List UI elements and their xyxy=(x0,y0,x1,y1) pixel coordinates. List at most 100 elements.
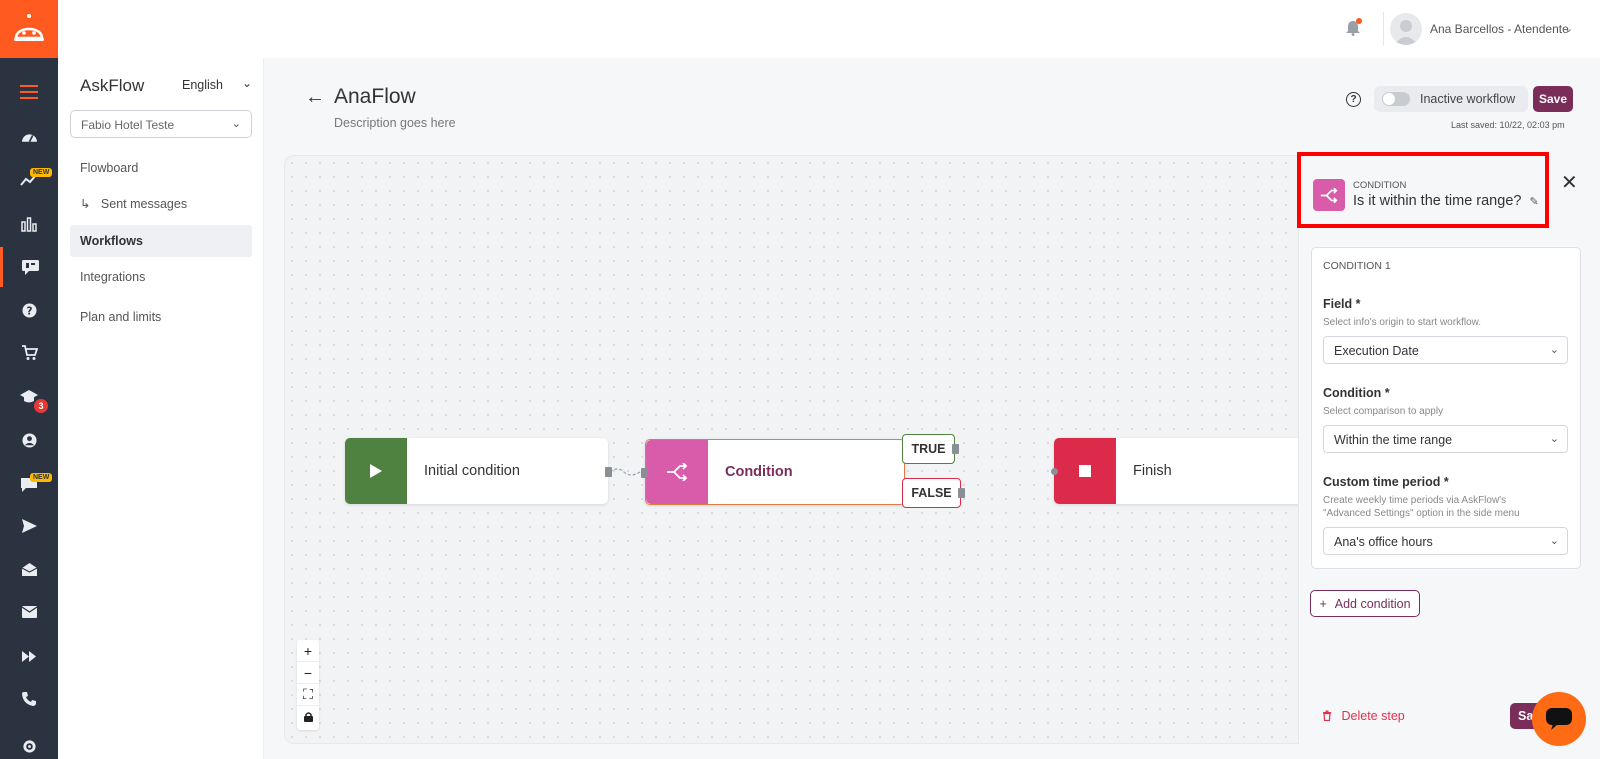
sidebar-item-label: Sent messages xyxy=(100,197,188,211)
add-condition-label: Add condition xyxy=(1334,596,1411,611)
node-icon xyxy=(345,438,407,504)
rail-cart[interactable] xyxy=(0,333,58,373)
node-input-handle[interactable] xyxy=(641,468,648,478)
field-select-value: Execution Date xyxy=(1334,344,1419,358)
add-condition-button[interactable]: + Add condition xyxy=(1310,590,1420,617)
field-label: Field * xyxy=(1323,297,1361,311)
panel-step-icon xyxy=(1313,179,1345,211)
rail-dashboard[interactable] xyxy=(0,117,58,157)
rail-campaigns[interactable] xyxy=(0,549,58,589)
sidebar-item-flowboard[interactable]: Flowboard xyxy=(80,161,138,175)
sidebar-item-plan[interactable]: Plan and limits xyxy=(80,310,161,324)
false-output-handle[interactable] xyxy=(958,488,965,498)
condition-help: Select comparison to apply xyxy=(1323,406,1444,417)
node-input-handle[interactable] xyxy=(1051,468,1058,475)
app-name: AskFlow xyxy=(80,76,145,95)
panel-title[interactable]: Is it within the time range? ✎ xyxy=(1353,193,1539,209)
pencil-icon[interactable]: ✎ xyxy=(1529,196,1538,208)
field-select[interactable]: Execution Date ⌄ xyxy=(1323,336,1568,364)
condition-heading: CONDITION 1 xyxy=(1323,260,1391,272)
rail-automations[interactable] xyxy=(0,636,58,676)
lock-icon[interactable] xyxy=(297,706,319,728)
back-arrow-icon[interactable]: ← xyxy=(305,86,325,109)
language-select[interactable]: English xyxy=(182,78,223,92)
phone-icon xyxy=(22,692,36,706)
fit-view-icon[interactable]: ⛶ xyxy=(297,684,319,706)
hotel-select[interactable]: Fabio Hotel Teste ⌄ xyxy=(70,110,252,138)
mail-icon xyxy=(21,606,37,618)
chevron-down-icon: ⌄ xyxy=(1549,535,1559,547)
notification-dot xyxy=(1356,18,1362,24)
close-icon[interactable]: ✕ xyxy=(1561,170,1578,195)
custom-period-help-2: "Advanced Settings" option in the side m… xyxy=(1323,508,1520,519)
condition-select-value: Within the time range xyxy=(1334,433,1453,447)
workflow-status-toggle[interactable]: Inactive workflow xyxy=(1374,86,1528,112)
page-description: Description goes here xyxy=(334,116,456,130)
play-icon xyxy=(370,464,382,478)
last-saved-text: Last saved: 10/22, 02:03 pm xyxy=(1451,120,1565,130)
node-condition[interactable]: Condition xyxy=(645,439,905,505)
node-finish[interactable]: Finish xyxy=(1054,438,1299,504)
rail-askflow[interactable] xyxy=(0,247,58,287)
branch-icon xyxy=(667,463,688,481)
node-output-handle[interactable] xyxy=(605,467,612,477)
custom-period-help-1: Create weekly time periods via AskFlow's xyxy=(1323,495,1507,506)
trash-icon xyxy=(1323,710,1331,722)
chevron-down-icon: ⌄ xyxy=(1549,344,1559,356)
condition-select[interactable]: Within the time range ⌄ xyxy=(1323,425,1568,453)
branch-false[interactable]: FALSE xyxy=(902,478,961,508)
rail-chat[interactable]: NEW xyxy=(0,465,58,505)
user-avatar-icon xyxy=(1394,20,1418,45)
rail-reports[interactable] xyxy=(0,204,58,244)
rail-settings[interactable] xyxy=(0,726,58,759)
rail-training[interactable]: 3 xyxy=(0,377,58,417)
support-chat-button[interactable] xyxy=(1532,692,1586,746)
rail-account[interactable] xyxy=(0,420,58,460)
chevron-down-icon: ⌄ xyxy=(1549,433,1559,445)
delete-step-button[interactable]: Delete step xyxy=(1322,709,1405,723)
custom-period-label: Custom time period * xyxy=(1323,475,1449,489)
rail-menu[interactable] xyxy=(0,72,58,112)
notification-count-badge: 3 xyxy=(34,399,48,413)
zoom-out-icon[interactable]: − xyxy=(297,662,319,684)
save-button[interactable]: Save xyxy=(1533,86,1573,112)
rail-send[interactable] xyxy=(0,506,58,546)
askflow-sidebar: AskFlow English ⌄ Fabio Hotel Teste ⌄ Fl… xyxy=(58,58,264,759)
custom-period-select[interactable]: Ana's office hours ⌄ xyxy=(1323,527,1568,555)
node-icon xyxy=(1054,438,1116,504)
sidebar-item-sent-messages[interactable]: ↳ Sent messages xyxy=(80,196,187,211)
zoom-in-icon[interactable]: + xyxy=(297,640,319,662)
node-initial-condition[interactable]: Initial condition xyxy=(345,438,608,504)
app-logo[interactable] xyxy=(0,0,58,58)
chevron-down-icon[interactable]: ⌄ xyxy=(242,76,252,90)
canvas-controls: + − ⛶ xyxy=(297,640,319,730)
panel-kicker: CONDITION xyxy=(1353,180,1407,191)
sidebar-item-label: Workflows xyxy=(80,234,143,248)
svg-text:?: ? xyxy=(26,305,32,317)
sidebar-item-workflows[interactable]: Workflows xyxy=(70,225,252,257)
top-header xyxy=(58,0,1600,58)
help-icon[interactable]: ? xyxy=(1346,92,1361,107)
rail-trending[interactable]: NEW xyxy=(0,160,58,200)
rail-mail[interactable] xyxy=(0,592,58,632)
toggle-track xyxy=(1382,92,1410,106)
field-help: Select info's origin to start workflow. xyxy=(1323,317,1482,328)
lock-glyph-icon xyxy=(303,712,313,722)
sub-arrow-icon: ↳ xyxy=(80,197,91,211)
branch-true[interactable]: TRUE xyxy=(902,434,955,464)
condition-label: Condition * xyxy=(1323,386,1390,400)
new-badge: NEW xyxy=(30,168,53,177)
rail-help[interactable]: ? xyxy=(0,290,58,330)
askflow-icon xyxy=(22,259,39,275)
avatar[interactable] xyxy=(1390,13,1422,45)
plus-icon: + xyxy=(1319,596,1327,611)
user-name[interactable]: Ana Barcellos - Atendente xyxy=(1430,22,1569,36)
toggle-label: Inactive workflow xyxy=(1420,92,1516,106)
rail-phone[interactable] xyxy=(0,679,58,719)
chat-bubble-icon xyxy=(1546,708,1572,730)
delete-step-label: Delete step xyxy=(1341,709,1405,723)
chevron-down-icon[interactable]: ⌄ xyxy=(1564,22,1573,35)
true-output-handle[interactable] xyxy=(952,444,959,454)
chevron-down-icon: ⌄ xyxy=(231,118,241,130)
sidebar-item-integrations[interactable]: Integrations xyxy=(80,270,145,284)
